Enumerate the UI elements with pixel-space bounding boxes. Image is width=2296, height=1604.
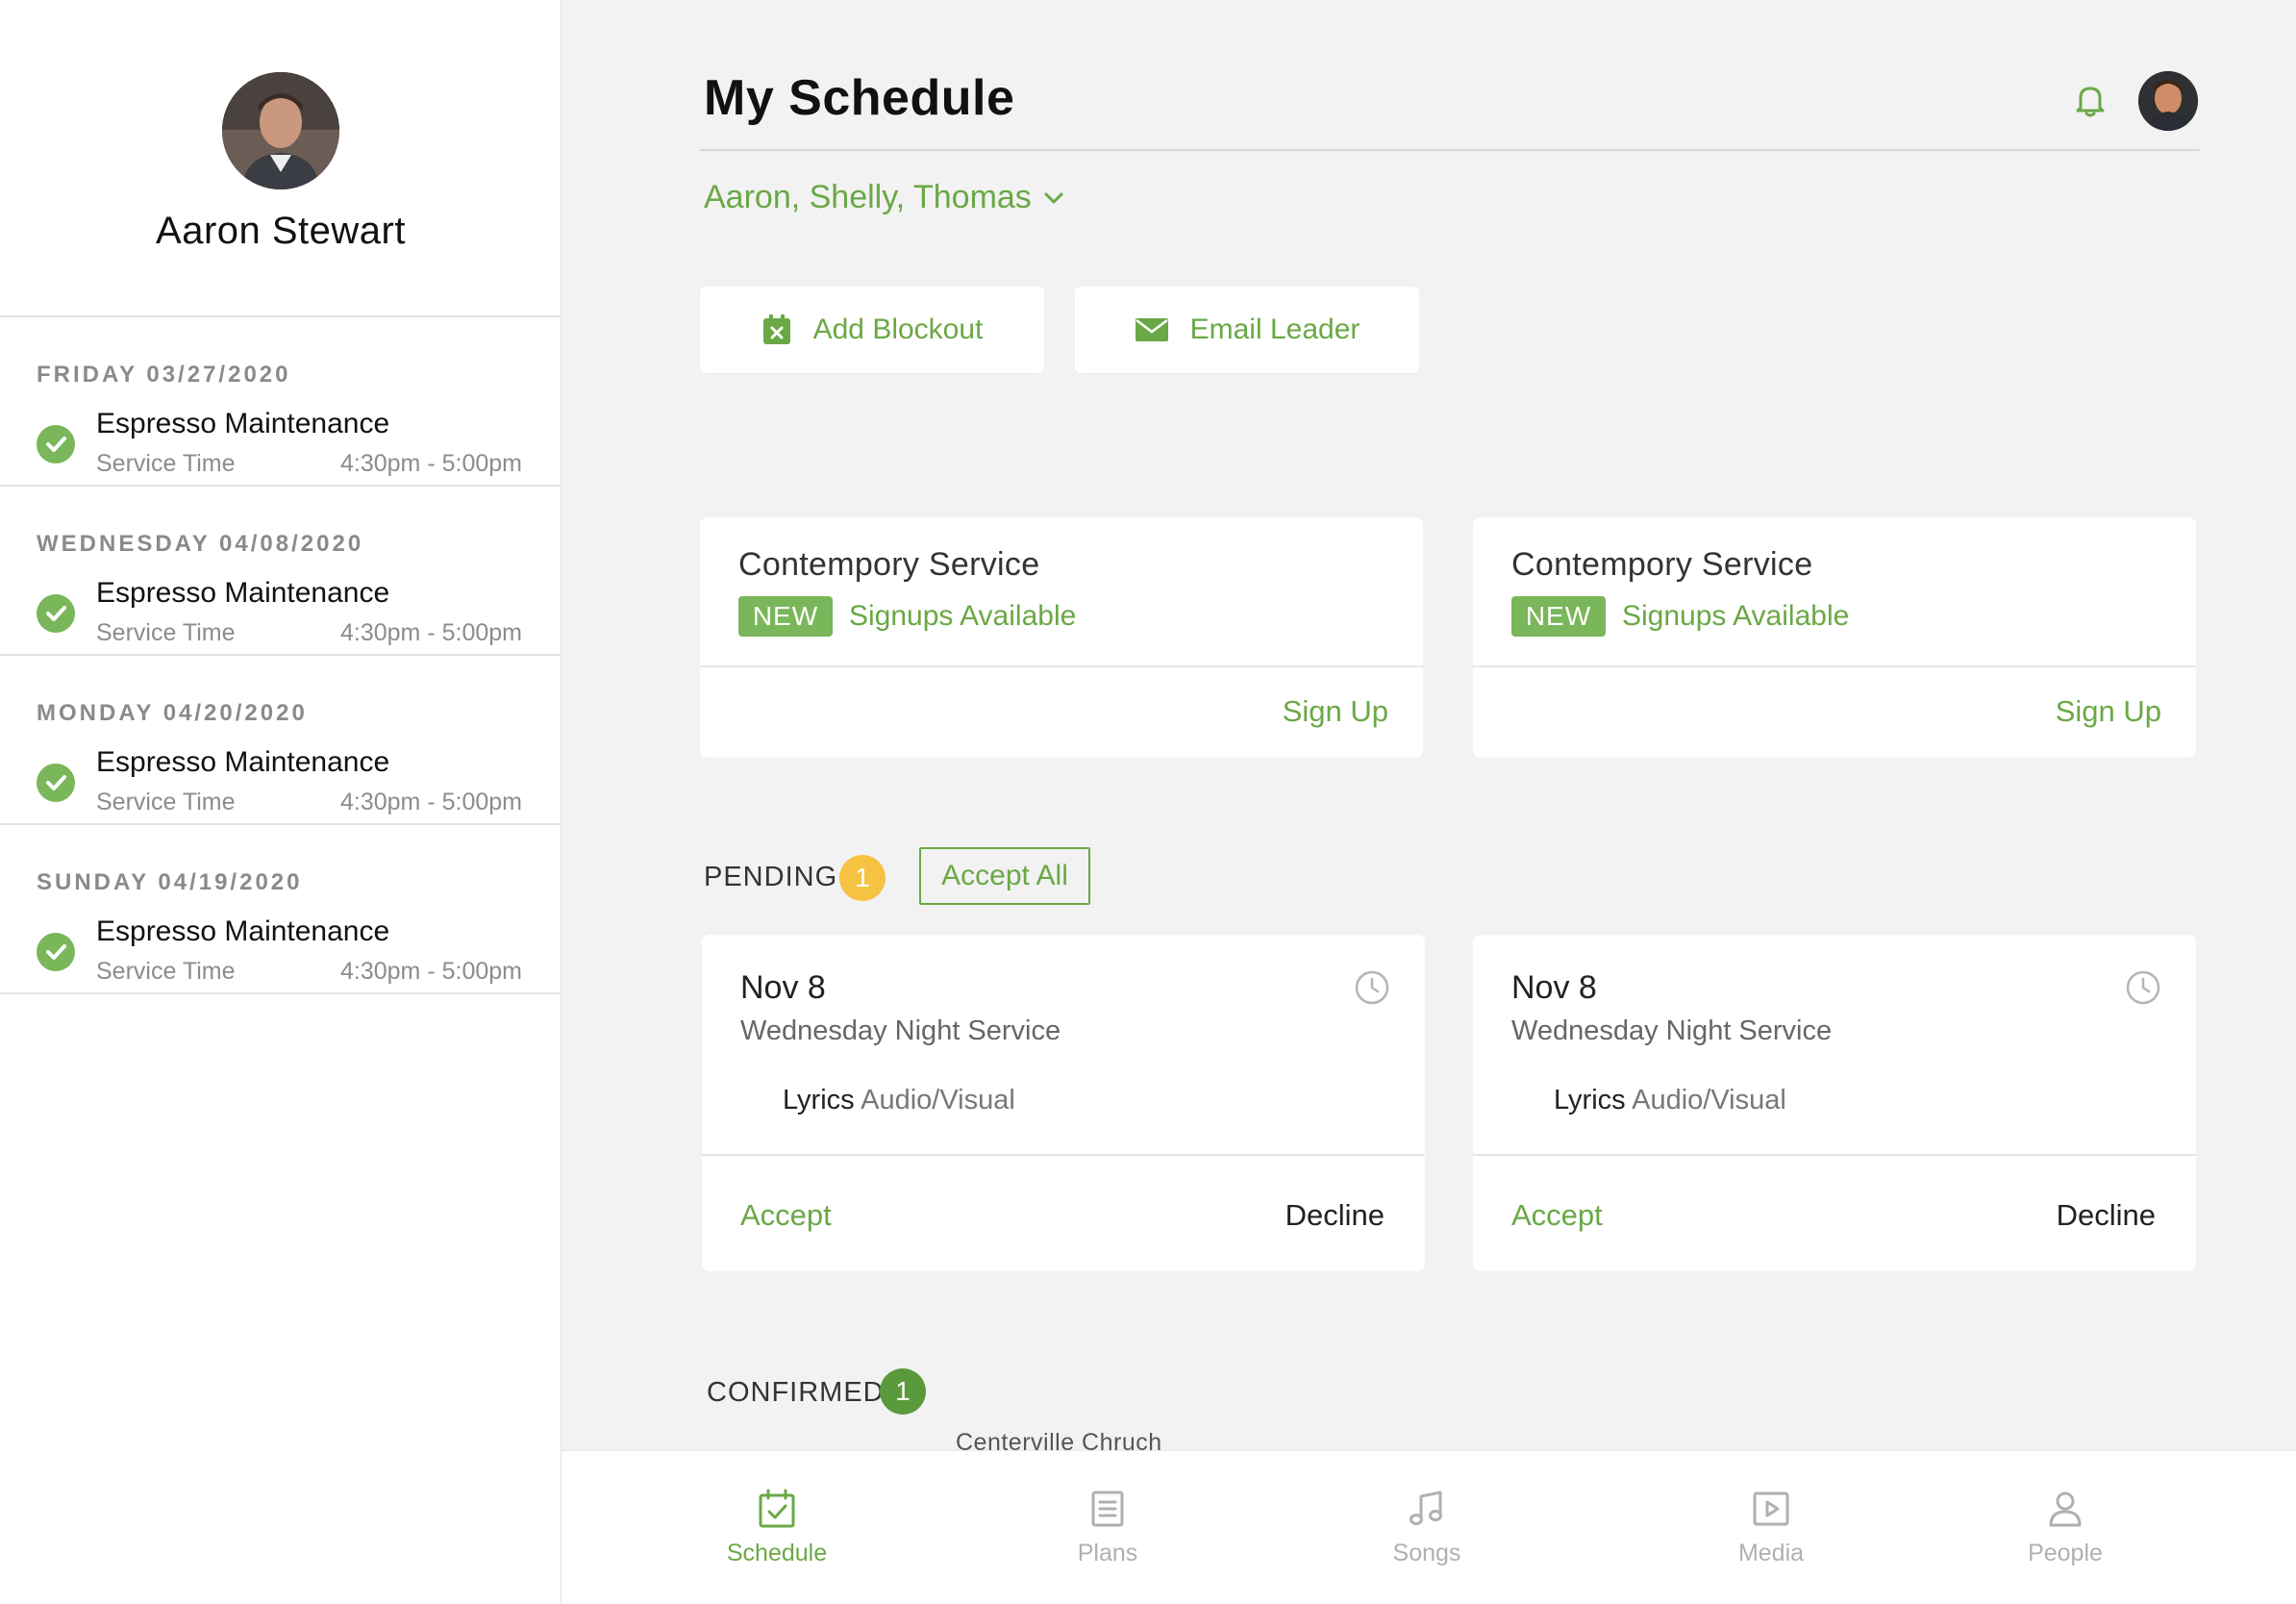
schedule-subtitle: Service Time <box>96 619 236 646</box>
pending-card: Nov 8 Wednesday Night Service Lyrics Aud… <box>702 935 1425 1271</box>
check-circle-icon <box>37 425 75 464</box>
schedule-time: 4:30pm - 5:00pm <box>340 958 522 985</box>
tab-media[interactable]: Media <box>1675 1451 1867 1604</box>
pending-section-label: PENDING <box>704 862 838 892</box>
pending-count-badge: 1 <box>839 855 886 901</box>
check-circle-icon <box>37 594 75 633</box>
schedule-date: SUNDAY 04/19/2020 <box>37 869 303 895</box>
sign-up-button[interactable]: Sign Up <box>2056 694 2161 729</box>
check-circle-icon <box>37 933 75 971</box>
signup-status: Signups Available <box>1622 600 1850 632</box>
user-name: Aaron Stewart <box>156 210 406 252</box>
schedule-title: Espresso Maintenance <box>96 915 390 947</box>
tab-plans[interactable]: Plans <box>1011 1451 1204 1604</box>
card-divider <box>702 1154 1425 1156</box>
document-list-icon <box>1091 1491 1124 1527</box>
schedule-subtitle: Service Time <box>96 789 236 815</box>
confirmed-section-label: CONFIRMED <box>707 1377 885 1408</box>
clock-icon <box>2125 969 2161 1006</box>
new-badge: NEW <box>1511 596 1606 637</box>
check-circle-icon <box>37 764 75 802</box>
tab-people[interactable]: People <box>1969 1451 2161 1604</box>
tab-label: Songs <box>1392 1540 1461 1566</box>
pending-role: Lyrics Audio/Visual <box>1554 1085 1786 1116</box>
chevron-down-icon <box>1044 192 1063 203</box>
pending-role: Lyrics Audio/Visual <box>783 1085 1015 1116</box>
bell-icon[interactable] <box>2071 81 2109 119</box>
schedule-date: FRIDAY 03/27/2020 <box>37 362 291 388</box>
avatar[interactable] <box>2138 71 2198 131</box>
email-leader-label: Email Leader <box>1189 313 1360 345</box>
schedule-time: 4:30pm - 5:00pm <box>340 450 522 477</box>
team-name: Audio/Visual <box>861 1085 1015 1115</box>
envelope-icon <box>1135 318 1168 341</box>
schedule-subtitle: Service Time <box>96 450 236 477</box>
page-title: My Schedule <box>704 70 1015 126</box>
schedule-time: 4:30pm - 5:00pm <box>340 619 522 646</box>
schedule-title: Espresso Maintenance <box>96 746 390 778</box>
avatar-photo-icon <box>2138 71 2198 131</box>
signup-card: Contempory Service NEW Signups Available… <box>700 517 1423 758</box>
schedule-title: Espresso Maintenance <box>96 577 390 609</box>
calendar-check-icon <box>759 1489 795 1528</box>
pending-date: Nov 8 <box>1511 969 1597 1006</box>
music-note-icon <box>1410 1491 1442 1525</box>
clock-icon <box>1354 969 1390 1006</box>
role-name: Lyrics <box>1554 1085 1626 1115</box>
signup-title: Contempory Service <box>738 546 1040 583</box>
schedule-date: MONDAY 04/20/2020 <box>37 700 308 726</box>
people-filter-label: Aaron, Shelly, Thomas <box>704 179 1032 215</box>
sidebar: Aaron Stewart FRIDAY 03/27/2020 Espresso… <box>0 0 562 1604</box>
pending-service: Wednesday Night Service <box>740 1015 1061 1046</box>
schedule-item[interactable]: MONDAY 04/20/2020 Espresso Maintenance S… <box>0 656 561 825</box>
tab-label: People <box>2028 1540 2103 1566</box>
schedule-item[interactable]: WEDNESDAY 04/08/2020 Espresso Maintenanc… <box>0 487 561 656</box>
person-icon <box>2049 1491 2082 1527</box>
sign-up-button[interactable]: Sign Up <box>1283 694 1388 729</box>
tab-label: Plans <box>1077 1540 1138 1566</box>
add-blockout-button[interactable]: Add Blockout <box>700 287 1044 373</box>
schedule-item[interactable]: SUNDAY 04/19/2020 Espresso Maintenance S… <box>0 825 561 994</box>
schedule-time: 4:30pm - 5:00pm <box>340 789 522 815</box>
add-blockout-label: Add Blockout <box>812 313 984 345</box>
email-leader-button[interactable]: Email Leader <box>1075 287 1419 373</box>
pending-card: Nov 8 Wednesday Night Service Lyrics Aud… <box>1473 935 2196 1271</box>
calendar-x-icon <box>762 314 790 344</box>
role-name: Lyrics <box>783 1085 855 1115</box>
schedule-date: WEDNESDAY 04/08/2020 <box>37 531 364 557</box>
header-divider <box>700 149 2200 151</box>
main-content: My Schedule Aaron, Shelly, Thomas Add Bl… <box>562 0 2296 1604</box>
accept-button[interactable]: Accept <box>740 1198 832 1233</box>
schedule-title: Espresso Maintenance <box>96 408 390 439</box>
decline-button[interactable]: Decline <box>2057 1198 2156 1233</box>
bottom-tab-bar: Schedule Plans Songs Media People <box>562 1450 2296 1604</box>
profile-header: Aaron Stewart <box>0 0 561 317</box>
confirmed-count-badge: 1 <box>880 1368 926 1415</box>
team-name: Audio/Visual <box>1632 1085 1786 1115</box>
people-filter-dropdown[interactable]: Aaron, Shelly, Thomas <box>704 179 1066 216</box>
schedule-subtitle: Service Time <box>96 958 236 985</box>
new-badge: NEW <box>738 596 833 637</box>
schedule-item[interactable]: FRIDAY 03/27/2020 Espresso Maintenance S… <box>0 317 561 487</box>
tab-songs[interactable]: Songs <box>1331 1451 1523 1604</box>
card-divider <box>1473 665 2196 667</box>
pending-service: Wednesday Night Service <box>1511 1015 1833 1046</box>
tab-schedule[interactable]: Schedule <box>681 1451 873 1604</box>
signup-title: Contempory Service <box>1511 546 1813 583</box>
accept-button[interactable]: Accept <box>1511 1198 1603 1233</box>
accept-all-button[interactable]: Accept All <box>919 847 1090 905</box>
signup-status: Signups Available <box>849 600 1077 632</box>
tab-label: Media <box>1737 1540 1805 1566</box>
tab-label: Schedule <box>726 1540 828 1566</box>
signup-card: Contempory Service NEW Signups Available… <box>1473 517 2196 758</box>
pending-date: Nov 8 <box>740 969 826 1006</box>
play-square-icon <box>1753 1491 1789 1526</box>
decline-button[interactable]: Decline <box>1285 1198 1385 1233</box>
card-divider <box>1473 1154 2196 1156</box>
avatar-photo-icon <box>222 72 339 189</box>
avatar[interactable] <box>222 72 339 189</box>
card-divider <box>700 665 1423 667</box>
